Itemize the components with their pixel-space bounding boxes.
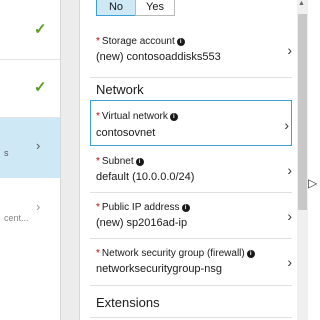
subnet-field[interactable]: * Subnet i default (10.0.0.0/24) ›	[90, 150, 292, 190]
divider	[90, 317, 292, 318]
required-marker: *	[96, 111, 100, 122]
required-marker: *	[96, 156, 100, 167]
step-label-peek: s	[4, 148, 9, 158]
checkmark-icon: ✓	[34, 79, 47, 96]
field-value: (new) sp2016ad-ip	[96, 217, 188, 229]
divider	[90, 238, 292, 239]
field-label: * Virtual network i	[96, 111, 178, 122]
required-marker: *	[96, 202, 100, 213]
section-title-extensions: Extensions	[96, 295, 160, 310]
info-icon: i	[176, 38, 185, 46]
no-yes-toggle: No Yes	[96, 0, 175, 16]
step-size[interactable]: ✓	[0, 60, 60, 118]
field-value: default (10.0.0.0/24)	[96, 171, 195, 183]
blade-divider	[60, 0, 80, 320]
required-marker: *	[96, 36, 100, 47]
chevron-right-icon: ›	[36, 199, 41, 214]
info-icon: i	[169, 113, 178, 121]
chevron-right-icon: ›	[287, 208, 292, 224]
settings-blade: No Yes * Storage account i (new) contosoad…	[80, 0, 297, 320]
field-value: networksecuritygroup-nsg	[96, 263, 222, 275]
divider	[90, 77, 292, 78]
toggle-no-option[interactable]: No	[96, 0, 136, 16]
divider	[90, 192, 292, 193]
steps-blade: ✓ ✓ s › › cent...	[0, 0, 60, 320]
network-security-group-field[interactable]: * Network security group (firewall) i netw…	[90, 242, 292, 282]
chevron-right-icon: ›	[287, 42, 292, 58]
field-value: (new) contosoaddisks553	[96, 51, 221, 63]
info-icon: i	[135, 158, 144, 166]
scroll-up-arrow-icon[interactable]: ▲	[298, 0, 305, 7]
toggle-yes-option[interactable]: Yes	[135, 0, 175, 16]
storage-account-field[interactable]: * Storage account i (new) contosoaddisks55…	[90, 30, 292, 74]
info-icon: i	[181, 204, 190, 212]
section-title-network: Network	[96, 82, 144, 97]
chevron-right-icon: ›	[287, 254, 292, 270]
chevron-right-icon: ›	[287, 162, 292, 178]
step-basics[interactable]: ✓	[0, 0, 60, 60]
required-marker: *	[96, 248, 100, 259]
mouse-cursor-icon: ▷	[308, 176, 318, 190]
chevron-right-icon: ›	[284, 117, 289, 133]
virtual-network-field[interactable]: * Virtual network i contosovnet ›	[90, 100, 292, 146]
field-label: * Storage account i	[96, 36, 185, 47]
info-icon: i	[246, 250, 255, 258]
step-settings-selected[interactable]: s ›	[0, 118, 60, 178]
field-label: * Public IP address i	[96, 202, 190, 213]
scrollbar-thumb[interactable]	[298, 14, 307, 210]
field-label: * Network security group (firewall) i	[96, 248, 255, 259]
step-label-peek: cent...	[4, 213, 29, 223]
public-ip-field[interactable]: * Public IP address i (new) sp2016ad-ip ›	[90, 196, 292, 236]
checkmark-icon: ✓	[34, 21, 47, 38]
field-value: contosovnet	[96, 127, 156, 139]
divider	[90, 285, 292, 286]
chevron-right-icon: ›	[36, 138, 41, 153]
field-label: * Subnet i	[96, 156, 144, 167]
step-summary[interactable]: › cent...	[0, 182, 60, 232]
